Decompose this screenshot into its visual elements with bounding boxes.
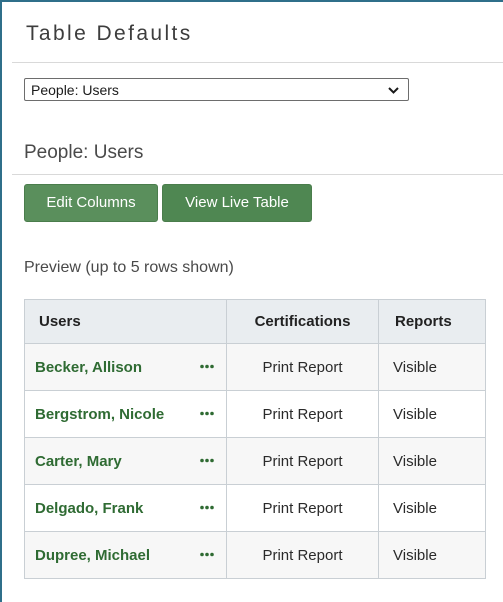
user-link[interactable]: Carter, Mary [35, 453, 122, 470]
panel-title: Table Defaults [26, 22, 193, 45]
table-row: Bergstrom, Nicole Print Report Visible [24, 390, 486, 438]
more-horizontal-icon[interactable] [200, 552, 214, 557]
chevron-down-icon [388, 87, 399, 94]
section-title: People: Users [24, 142, 144, 163]
table-select-value: People: Users [31, 82, 119, 98]
user-cell: Bergstrom, Nicole [24, 390, 227, 438]
user-link[interactable]: Dupree, Michael [35, 547, 150, 564]
column-header-users: Users [24, 299, 227, 344]
reports-cell: Visible [378, 390, 486, 438]
table-row: Carter, Mary Print Report Visible [24, 437, 486, 485]
certifications-cell: Print Report [226, 484, 379, 532]
more-horizontal-icon[interactable] [200, 505, 214, 510]
column-header-certifications: Certifications [226, 299, 379, 344]
reports-cell: Visible [378, 437, 486, 485]
column-header-reports: Reports [378, 299, 486, 344]
preview-label: Preview (up to 5 rows shown) [24, 259, 234, 276]
user-link[interactable]: Becker, Allison [35, 359, 142, 376]
user-cell: Becker, Allison [24, 343, 227, 391]
view-live-table-button[interactable]: View Live Table [162, 184, 312, 222]
user-cell: Dupree, Michael [24, 531, 227, 579]
user-cell: Delgado, Frank [24, 484, 227, 532]
more-horizontal-icon[interactable] [200, 411, 214, 416]
title-divider [12, 62, 503, 63]
preview-table: Users Certifications Reports Becker, All… [24, 299, 486, 579]
user-link[interactable]: Bergstrom, Nicole [35, 406, 164, 423]
table-row: Becker, Allison Print Report Visible [24, 343, 486, 391]
user-cell: Carter, Mary [24, 437, 227, 485]
more-horizontal-icon[interactable] [200, 364, 214, 369]
user-link[interactable]: Delgado, Frank [35, 500, 143, 517]
table-row: Delgado, Frank Print Report Visible [24, 484, 486, 532]
reports-cell: Visible [378, 484, 486, 532]
table-select-dropdown[interactable]: People: Users [24, 78, 409, 101]
reports-cell: Visible [378, 531, 486, 579]
section-divider [12, 174, 503, 175]
more-horizontal-icon[interactable] [200, 458, 214, 463]
certifications-cell: Print Report [226, 437, 379, 485]
certifications-cell: Print Report [226, 343, 379, 391]
reports-cell: Visible [378, 343, 486, 391]
table-header-row: Users Certifications Reports [24, 299, 486, 344]
edit-columns-button[interactable]: Edit Columns [24, 184, 158, 222]
certifications-cell: Print Report [226, 390, 379, 438]
certifications-cell: Print Report [226, 531, 379, 579]
table-defaults-panel: Table Defaults People: Users People: Use… [0, 0, 503, 602]
table-row: Dupree, Michael Print Report Visible [24, 531, 486, 579]
